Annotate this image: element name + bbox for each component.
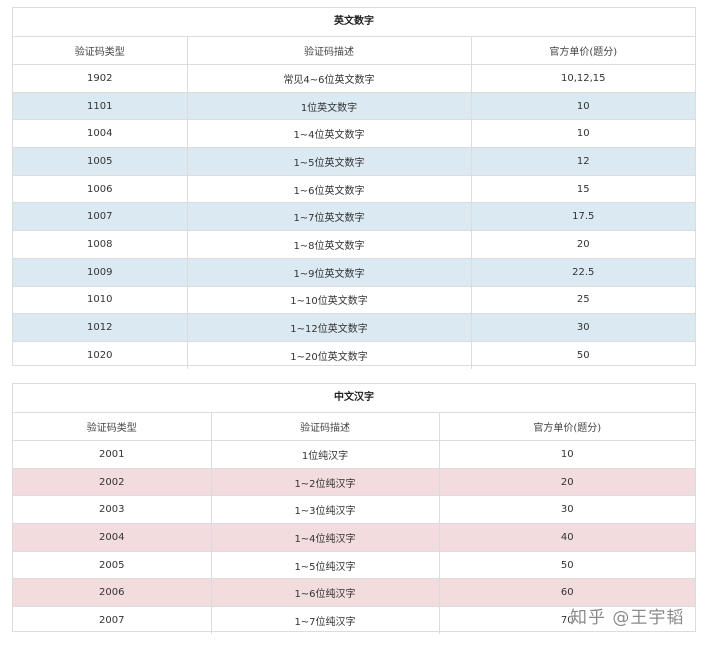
- table-row: 1008 1~8位英文数字 20: [13, 230, 695, 259]
- cell-type: 1101: [13, 91, 188, 121]
- cell-price: 10,12,15: [470, 64, 695, 93]
- table-header-row: 验证码类型 验证码描述 官方单价(题分): [13, 413, 695, 441]
- table-row: 1007 1~7位英文数字 17.5: [13, 202, 695, 232]
- column-header-type: 验证码类型: [13, 37, 188, 65]
- table-row: 1010 1~10位英文数字 25: [13, 285, 695, 315]
- table-row: 2003 1~3位纯汉字 30: [13, 495, 695, 525]
- column-header-description: 验证码描述: [210, 413, 440, 441]
- cell-type: 2001: [13, 440, 212, 469]
- cell-price: 40: [438, 523, 695, 552]
- column-header-type: 验证码类型: [13, 413, 212, 441]
- table-row: 2004 1~4位纯汉字 40: [13, 523, 695, 552]
- cell-description: 1位纯汉字: [210, 440, 440, 469]
- table-row: 1006 1~6位英文数字 15: [13, 174, 695, 204]
- cell-description: 1~5位纯汉字: [210, 550, 440, 580]
- table-title: 中文汉字: [13, 384, 695, 413]
- cell-description: 1~3位纯汉字: [210, 495, 440, 525]
- cell-price: 30: [438, 495, 695, 525]
- table-row: 1005 1~5位英文数字 12: [13, 147, 695, 176]
- cell-price: 25: [470, 285, 695, 315]
- cell-description: 1~12位英文数字: [186, 313, 472, 342]
- cell-type: 2007: [13, 606, 212, 634]
- table-title: 英文数字: [13, 8, 695, 37]
- cell-description: 常见4~6位英文数字: [186, 64, 472, 93]
- table-row: 2001 1位纯汉字 10: [13, 440, 695, 469]
- cell-type: 1009: [13, 257, 188, 287]
- cell-description: 1~6位纯汉字: [210, 578, 440, 608]
- cell-description: 1~2位纯汉字: [210, 467, 440, 497]
- cell-description: 1位英文数字: [186, 91, 472, 121]
- cell-price: 10: [470, 91, 695, 121]
- chinese-characters-table-panel: 中文汉字 验证码类型 验证码描述 官方单价(题分) 2001 1位纯汉字 10 20…: [12, 383, 696, 634]
- cell-description: 1~5位英文数字: [186, 147, 472, 176]
- cell-price: 20: [470, 230, 695, 259]
- cell-description: 1~20位英文数字: [186, 340, 472, 369]
- table-row: 1020 1~20位英文数字 50: [13, 340, 695, 369]
- page: 英文数字 验证码类型 验证码描述 官方单价(题分) 1902 常见4~6位英文数字…: [0, 0, 720, 645]
- cell-description: 1~4位英文数字: [186, 119, 472, 149]
- cell-price: 15: [470, 174, 695, 204]
- table-header-row: 验证码类型 验证码描述 官方单价(题分): [13, 37, 695, 65]
- cell-price: 10: [438, 440, 695, 469]
- table-row: 2002 1~2位纯汉字 20: [13, 467, 695, 497]
- table-row: 1004 1~4位英文数字 10: [13, 119, 695, 149]
- column-header-price: 官方单价(题分): [470, 37, 695, 65]
- cell-type: 1020: [13, 340, 188, 369]
- cell-type: 1012: [13, 313, 188, 342]
- english-digits-table: 验证码类型 验证码描述 官方单价(题分) 1902 常见4~6位英文数字 10,12…: [13, 37, 695, 369]
- cell-price: 50: [438, 550, 695, 580]
- cell-type: 2006: [13, 578, 212, 608]
- cell-type: 1010: [13, 285, 188, 315]
- cell-price: 10: [470, 119, 695, 149]
- cell-description: 1~10位英文数字: [186, 285, 472, 315]
- cell-price: 22.5: [470, 257, 695, 287]
- cell-type: 2004: [13, 523, 212, 552]
- column-header-price: 官方单价(题分): [438, 413, 695, 441]
- cell-description: 1~8位英文数字: [186, 230, 472, 259]
- table-row: 1101 1位英文数字 10: [13, 91, 695, 121]
- cell-price: 50: [470, 340, 695, 369]
- cell-price: 12: [470, 147, 695, 176]
- column-header-description: 验证码描述: [186, 37, 472, 65]
- chinese-characters-table: 验证码类型 验证码描述 官方单价(题分) 2001 1位纯汉字 10 2002 1~2…: [13, 413, 695, 634]
- cell-type: 1005: [13, 147, 188, 176]
- table-row: 1902 常见4~6位英文数字 10,12,15: [13, 64, 695, 93]
- zhihu-watermark: 知乎 @王宇韬: [570, 608, 685, 628]
- cell-type: 2003: [13, 495, 212, 525]
- cell-price: 20: [438, 467, 695, 497]
- table-row: 2005 1~5位纯汉字 50: [13, 550, 695, 580]
- table-row: 1012 1~12位英文数字 30: [13, 313, 695, 342]
- cell-type: 1006: [13, 174, 188, 204]
- cell-type: 2005: [13, 550, 212, 580]
- cell-type: 1007: [13, 202, 188, 232]
- cell-description: 1~9位英文数字: [186, 257, 472, 287]
- cell-type: 1008: [13, 230, 188, 259]
- table-row: 1009 1~9位英文数字 22.5: [13, 257, 695, 287]
- cell-type: 1004: [13, 119, 188, 149]
- cell-description: 1~7位纯汉字: [210, 606, 440, 634]
- cell-type: 2002: [13, 467, 212, 497]
- cell-type: 1902: [13, 64, 188, 93]
- english-digits-table-panel: 英文数字 验证码类型 验证码描述 官方单价(题分) 1902 常见4~6位英文数字…: [12, 7, 696, 369]
- cell-price: 17.5: [470, 202, 695, 232]
- cell-price: 30: [470, 313, 695, 342]
- cell-description: 1~4位纯汉字: [210, 523, 440, 552]
- cell-description: 1~7位英文数字: [186, 202, 472, 232]
- cell-description: 1~6位英文数字: [186, 174, 472, 204]
